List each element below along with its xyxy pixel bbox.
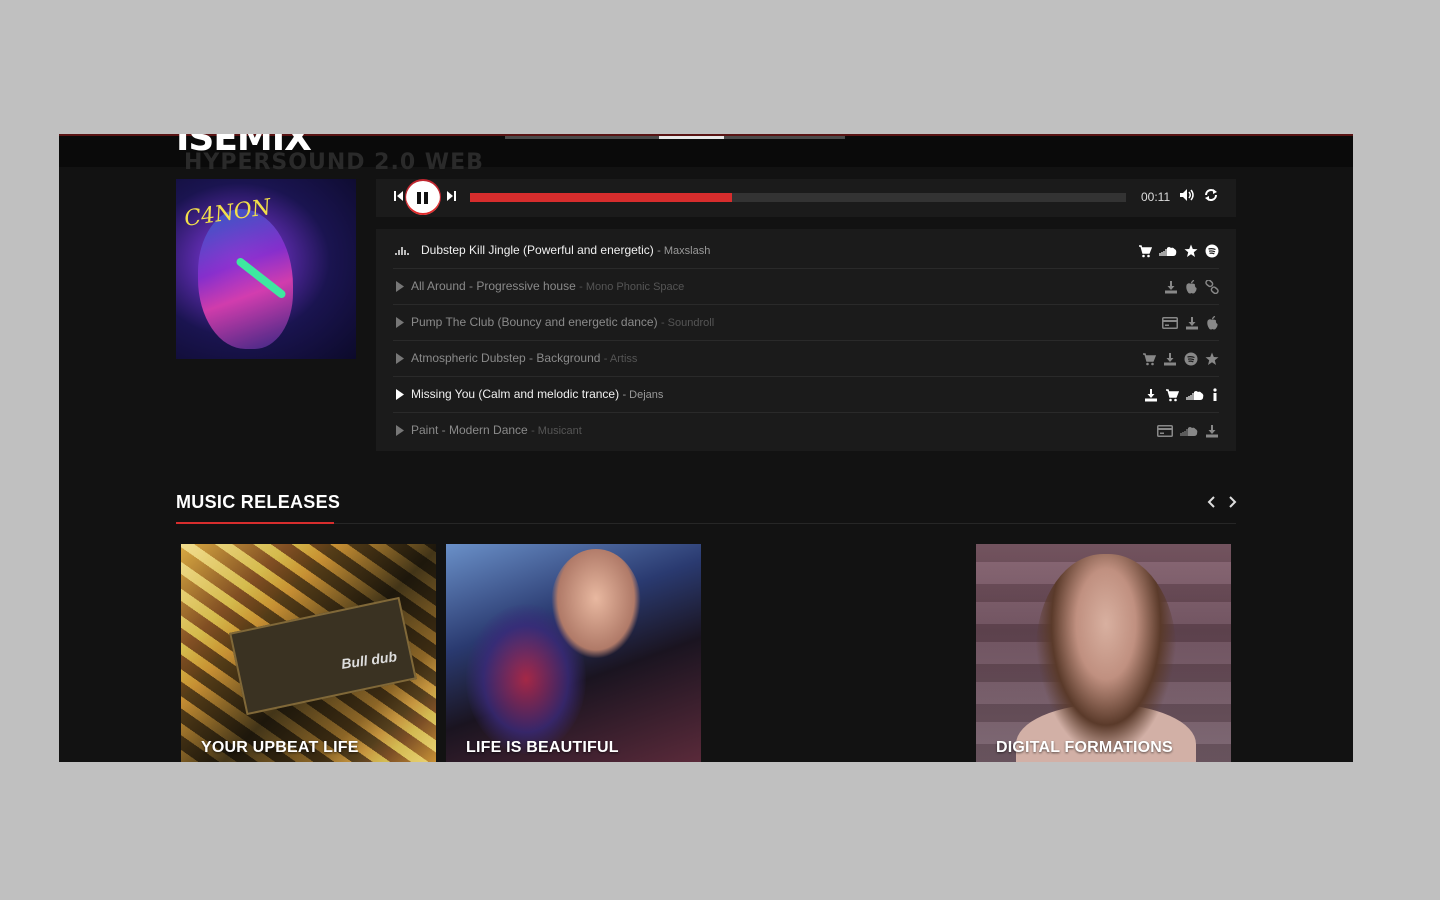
carousel-prev-button[interactable]	[1204, 494, 1220, 510]
track-row[interactable]: Paint - Modern Dance - Musicant	[393, 413, 1219, 448]
track-actions	[1144, 387, 1219, 403]
section-divider	[176, 523, 1236, 524]
track-artist: - Musicant	[531, 425, 582, 437]
track-artist: - Dejans	[622, 389, 664, 401]
progress-bar[interactable]	[470, 193, 1126, 202]
play-track-icon[interactable]	[395, 305, 409, 340]
playlist: Dubstep Kill Jingle (Powerful and energe…	[376, 229, 1236, 451]
track-title-group: All Around - Progressive house - Mono Ph…	[411, 269, 684, 305]
release-card[interactable]: LIFE IS BEAUTIFUL	[446, 544, 701, 762]
card-image-face	[551, 549, 641, 659]
volume-icon	[1180, 189, 1194, 201]
repeat-button[interactable]	[1203, 187, 1219, 208]
card-icon[interactable]	[1162, 317, 1178, 329]
track-actions	[1157, 423, 1219, 439]
equalizer-icon	[395, 233, 409, 268]
release-card-title: YOUR UPBEAT LIFE	[201, 739, 359, 756]
audio-player-bar: 00:11	[376, 179, 1236, 217]
track-row[interactable]: All Around - Progressive house - Mono Ph…	[393, 269, 1219, 305]
pause-button[interactable]	[406, 181, 440, 215]
track-title-group: Missing You (Calm and melodic trance) - …	[411, 377, 663, 413]
track-title: Pump The Club (Bouncy and energetic danc…	[411, 315, 658, 329]
pause-icon-bar-left	[417, 192, 421, 204]
section-title: MUSIC RELEASES	[176, 492, 341, 512]
track-actions	[1164, 279, 1219, 295]
cover-face-art	[198, 209, 293, 349]
progress-fill	[470, 193, 733, 202]
soundcloud-icon[interactable]	[1186, 389, 1204, 401]
cart-icon[interactable]	[1142, 352, 1156, 366]
play-track-icon[interactable]	[395, 413, 409, 448]
cart-icon[interactable]	[1165, 388, 1179, 402]
track-actions	[1142, 351, 1219, 367]
track-artist: - Soundroll	[660, 317, 715, 329]
track-title: Paint - Modern Dance	[411, 423, 528, 437]
play-track-icon[interactable]	[395, 269, 409, 304]
release-card[interactable]: DIGITAL FORMATIONS	[976, 544, 1231, 762]
download-icon[interactable]	[1144, 388, 1158, 402]
link-icon[interactable]	[1205, 280, 1219, 294]
track-row[interactable]: Pump The Club (Bouncy and energetic danc…	[393, 305, 1219, 341]
download-icon[interactable]	[1163, 352, 1177, 366]
carousel-next-button[interactable]	[1224, 494, 1240, 510]
download-icon[interactable]	[1164, 280, 1178, 294]
skip-forward-icon	[447, 191, 456, 201]
soundcloud-icon[interactable]	[1180, 425, 1198, 437]
track-title: Missing You (Calm and melodic trance)	[411, 387, 620, 401]
track-title-group: Atmospheric Dubstep - Background - Artis…	[411, 341, 637, 377]
track-actions	[1138, 243, 1219, 259]
chevron-left-icon	[1207, 496, 1215, 508]
card-image-portrait	[1036, 554, 1176, 754]
download-icon[interactable]	[1205, 424, 1219, 438]
track-row[interactable]: Dubstep Kill Jingle (Powerful and energe…	[393, 233, 1219, 269]
section-accent-underline	[176, 522, 334, 524]
play-track-icon[interactable]	[395, 377, 409, 412]
spotify-icon[interactable]	[1205, 244, 1219, 258]
track-title-group: Dubstep Kill Jingle (Powerful and energe…	[421, 233, 710, 269]
volume-button[interactable]	[1179, 187, 1195, 208]
release-card-title: DIGITAL FORMATIONS	[996, 739, 1173, 756]
skip-back-icon	[394, 191, 403, 201]
previous-button[interactable]	[394, 189, 404, 207]
play-track-icon[interactable]	[395, 341, 409, 376]
nav-active-indicator	[659, 136, 724, 139]
download-icon[interactable]	[1185, 316, 1199, 330]
track-title-group: Paint - Modern Dance - Musicant	[411, 413, 582, 449]
sub-logo: HYPERSOUND 2.0 WEB	[184, 150, 484, 175]
track-actions	[1162, 315, 1219, 331]
card-icon[interactable]	[1157, 425, 1173, 437]
release-card[interactable]: Bull dub YOUR UPBEAT LIFE	[181, 544, 436, 762]
pause-icon-bar-right	[424, 192, 428, 204]
chevron-right-icon	[1229, 496, 1237, 508]
track-title: All Around - Progressive house	[411, 279, 576, 293]
track-artist: - Maxslash	[657, 245, 711, 257]
star-icon[interactable]	[1205, 352, 1219, 366]
apple-icon[interactable]	[1185, 280, 1198, 294]
track-title: Atmospheric Dubstep - Background	[411, 351, 601, 365]
track-row[interactable]: Missing You (Calm and melodic trance) - …	[393, 377, 1219, 413]
track-artist: - Mono Phonic Space	[579, 281, 685, 293]
album-cover: C4NON	[176, 179, 356, 359]
repeat-icon	[1205, 189, 1217, 201]
time-display: 00:11	[1141, 190, 1171, 204]
release-card-title: LIFE IS BEAUTIFUL	[466, 739, 619, 756]
next-button[interactable]	[446, 189, 456, 207]
track-title-group: Pump The Club (Bouncy and energetic danc…	[411, 305, 714, 341]
star-icon[interactable]	[1184, 244, 1198, 258]
info-icon[interactable]	[1211, 388, 1219, 402]
apple-icon[interactable]	[1206, 316, 1219, 330]
soundcloud-icon[interactable]	[1159, 245, 1177, 257]
track-title: Dubstep Kill Jingle (Powerful and energe…	[421, 243, 654, 257]
track-artist: - Artiss	[603, 353, 638, 365]
spotify-icon[interactable]	[1184, 352, 1198, 366]
page-frame: ISEMIX HYPERSOUND 2.0 WEB C4NON 00:11 Du…	[59, 134, 1353, 762]
cart-icon[interactable]	[1138, 244, 1152, 258]
track-row[interactable]: Atmospheric Dubstep - Background - Artis…	[393, 341, 1219, 377]
